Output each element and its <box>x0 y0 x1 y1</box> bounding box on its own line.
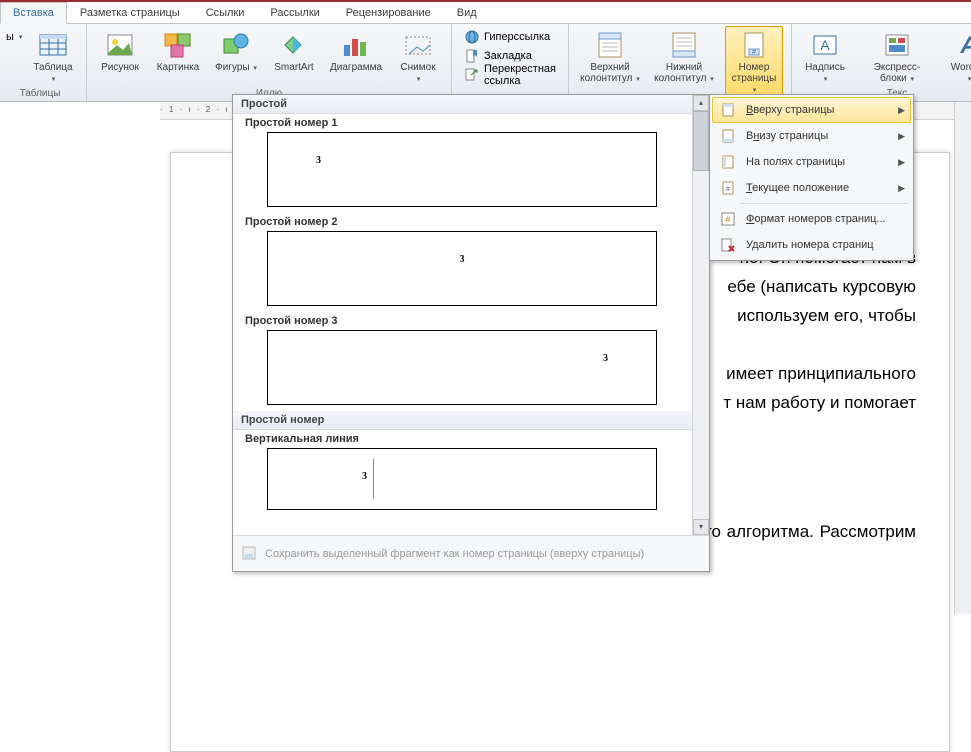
gallery-item-2-label: Простой номер 2 <box>233 213 709 229</box>
crossref-button[interactable]: Перекрестная ссылка <box>460 66 560 84</box>
crossref-icon <box>464 67 480 83</box>
gallery-item-vline-label: Вертикальная линия <box>233 430 709 446</box>
tab-review[interactable]: Рецензирование <box>333 2 444 23</box>
menu-format-pagenumbers[interactable]: # Формат номеров страниц... <box>712 206 911 232</box>
tab-mail[interactable]: Рассылки <box>257 2 332 23</box>
remove-pagenum-icon <box>718 236 738 254</box>
pagenumber-icon: # <box>738 29 770 61</box>
page-top-icon <box>718 101 738 119</box>
ribbon: ы▾ Таблица▾ Таблицы Рисунок Картинка <box>0 24 971 102</box>
hyperlink-button[interactable]: Гиперссылка <box>460 28 560 46</box>
pagenumber-button[interactable]: # Номер страницы ▾ <box>725 26 783 99</box>
gallery-footer[interactable]: Сохранить выделенный фрагмент как номер … <box>233 535 709 571</box>
smartart-icon <box>278 29 310 61</box>
svg-text:#: # <box>726 215 731 224</box>
menu-current-position[interactable]: # Текущее положение ▶ <box>712 175 911 201</box>
menu-bottom-of-page[interactable]: Внизу страницы ▶ <box>712 123 911 149</box>
pagenumber-gallery: Простой Простой номер 1 3 Простой номер … <box>232 94 710 572</box>
table-icon <box>37 29 69 61</box>
gallery-item-2[interactable]: 3 <box>267 231 657 306</box>
tab-view[interactable]: Вид <box>444 2 490 23</box>
header-icon <box>594 29 626 61</box>
chart-button[interactable]: Диаграмма <box>327 26 385 76</box>
quickparts-icon <box>881 29 913 61</box>
vertical-scrollbar[interactable] <box>954 102 971 614</box>
scroll-down-icon[interactable]: ▾ <box>693 519 709 535</box>
pages-dropdown[interactable]: ы▾ <box>2 28 20 46</box>
header-button[interactable]: Верхний колонтитул ▾ <box>577 26 643 88</box>
wordart-icon: A <box>953 29 971 61</box>
clipart-button[interactable]: Картинка <box>153 26 203 76</box>
picture-button[interactable]: Рисунок <box>95 26 145 76</box>
menu-top-of-page[interactable]: Вверху страницы ▶ <box>712 97 911 123</box>
save-selection-icon <box>241 545 259 563</box>
tab-insert[interactable]: Вставка <box>0 2 67 24</box>
chevron-right-icon: ▶ <box>898 157 905 168</box>
picture-icon <box>104 29 136 61</box>
chevron-right-icon: ▶ <box>898 183 905 194</box>
gallery-item-1[interactable]: 3 <box>267 132 657 207</box>
gallery-item-3[interactable]: 3 <box>267 330 657 405</box>
page-bottom-icon <box>718 127 738 145</box>
svg-text:A: A <box>820 37 830 53</box>
group-tables-label: Таблицы <box>2 88 78 100</box>
hyperlink-icon <box>464 29 480 45</box>
tab-links[interactable]: Ссылки <box>193 2 258 23</box>
wordart-button[interactable]: A WordArt▾ <box>944 26 971 88</box>
current-position-icon: # <box>718 179 738 197</box>
textbox-icon: A <box>809 29 841 61</box>
footer-button[interactable]: Нижний колонтитул ▾ <box>651 26 717 88</box>
footer-icon <box>668 29 700 61</box>
svg-text:A: A <box>959 32 971 59</box>
gallery-scrollbar[interactable]: ▴ ▾ <box>692 95 709 535</box>
table-button[interactable]: Таблица▾ <box>28 26 78 88</box>
quickparts-button[interactable]: Экспресс-блоки ▾ <box>858 26 936 88</box>
chevron-right-icon: ▶ <box>898 105 905 116</box>
svg-text:#: # <box>726 186 730 193</box>
tab-layout[interactable]: Разметка страницы <box>67 2 193 23</box>
gallery-item-3-label: Простой номер 3 <box>233 312 709 328</box>
gallery-section-plain: Простой номер <box>233 411 709 430</box>
screenshot-button[interactable]: Снимок▾ <box>393 26 443 88</box>
format-pagenum-icon: # <box>718 210 738 228</box>
shapes-button[interactable]: Фигуры ▾ <box>211 26 261 77</box>
page-margins-icon <box>718 153 738 171</box>
bookmark-icon <box>464 48 480 64</box>
gallery-section-simple: Простой <box>233 95 709 114</box>
clipart-icon <box>162 29 194 61</box>
screenshot-icon <box>402 29 434 61</box>
scroll-up-icon[interactable]: ▴ <box>693 95 709 111</box>
pagenumber-submenu: Вверху страницы ▶ Внизу страницы ▶ На по… <box>709 94 914 261</box>
chevron-right-icon: ▶ <box>898 131 905 142</box>
menu-remove-pagenumbers[interactable]: Удалить номера страниц <box>712 232 911 258</box>
svg-text:#: # <box>752 49 756 56</box>
chart-icon <box>340 29 372 61</box>
ribbon-tabs: Вставка Разметка страницы Ссылки Рассылк… <box>0 2 971 24</box>
textbox-button[interactable]: A Надпись▾ <box>800 26 850 88</box>
scroll-thumb[interactable] <box>693 111 709 171</box>
shapes-icon <box>220 29 252 61</box>
smartart-button[interactable]: SmartArt <box>269 26 319 76</box>
gallery-item-vline[interactable]: 3 <box>267 448 657 510</box>
menu-page-margins[interactable]: На полях страницы ▶ <box>712 149 911 175</box>
gallery-item-1-label: Простой номер 1 <box>233 114 709 130</box>
